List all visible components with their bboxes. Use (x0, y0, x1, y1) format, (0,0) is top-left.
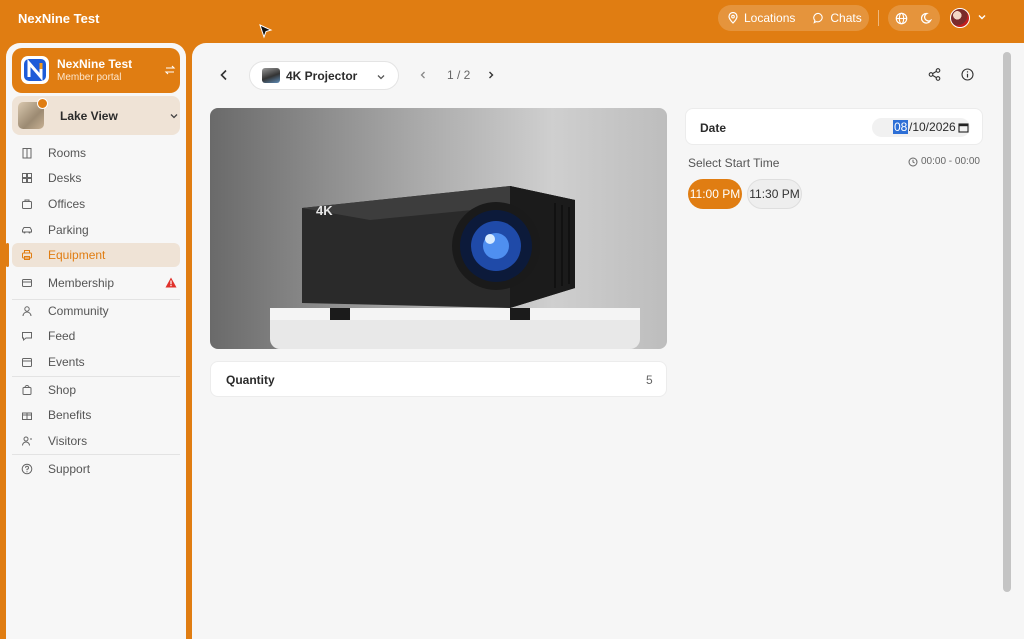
location-badge (37, 98, 48, 109)
chat-bubble-icon (813, 12, 824, 24)
hero-badge: 4K (316, 203, 333, 218)
sidebar-item-parking[interactable]: Parking (12, 218, 180, 242)
sidebar-divider (12, 376, 180, 377)
sidebar-item-label: Membership (48, 276, 115, 290)
topbar-icon-group (888, 5, 940, 31)
sidebar-item-label: Visitors (48, 434, 88, 448)
quantity-row[interactable]: Quantity 5 (210, 361, 667, 397)
chevron-down-icon (170, 114, 178, 119)
chevron-left-icon[interactable] (418, 70, 428, 80)
sidebar-item-label: Benefits (48, 408, 92, 422)
product-selector[interactable]: 4K Projector (249, 61, 399, 90)
date-row: Date 08 /10/2026 (685, 108, 983, 145)
sidebar-item-community[interactable]: Community (12, 299, 180, 323)
sidebar-item-benefits[interactable]: Benefits (12, 403, 180, 427)
gift-icon (22, 412, 32, 420)
main-content: 4K Projector 1 / 2 4K Quantity 5 Date 08… (192, 43, 1002, 639)
warning-icon (165, 277, 177, 288)
sidebar-item-desks[interactable]: Desks (12, 166, 180, 190)
visitor-icon (22, 436, 32, 446)
switch-arrows-icon[interactable] (164, 64, 176, 76)
printer-icon (22, 250, 32, 260)
start-time-label: Select Start Time (688, 156, 780, 170)
bag-icon (22, 385, 32, 395)
clock-icon (908, 157, 918, 166)
calendar-icon[interactable] (958, 122, 969, 133)
sidebar-item-label: Offices (48, 197, 86, 211)
mouse-cursor-icon (259, 24, 273, 39)
sidebar-item-label: Events (48, 355, 85, 369)
sidebar-item-label: Equipment (48, 248, 106, 262)
chevron-down-icon[interactable] (977, 12, 987, 22)
info-icon[interactable] (961, 68, 974, 81)
sidebar-item-rooms[interactable]: Rooms (12, 141, 180, 165)
time-slot-selected[interactable]: 11:00 PM (688, 179, 742, 209)
chats-button[interactable]: Chats (804, 5, 870, 31)
quantity-value: 5 (646, 373, 653, 387)
user-avatar[interactable] (950, 8, 970, 28)
location-selector[interactable]: Lake View (12, 96, 180, 135)
sidebar-item-events[interactable]: Events (12, 350, 180, 374)
sidebar-item-offices[interactable]: Offices (12, 192, 180, 216)
chat-icon (22, 332, 32, 342)
chats-label: Chats (830, 11, 862, 25)
pagination-indicator: 1 / 2 (447, 68, 471, 82)
sidebar-item-shop[interactable]: Shop (12, 378, 180, 402)
sidebar-item-feed[interactable]: Feed (12, 324, 180, 348)
location-name: Lake View (60, 109, 118, 123)
org-name: NexNine Test (57, 57, 133, 71)
back-arrow-icon[interactable] (216, 67, 232, 83)
sidebar-divider (12, 454, 180, 455)
app-brand[interactable]: NexNine Test (18, 11, 99, 26)
opening-hours: 00:00 - 00:00 (908, 156, 980, 167)
sidebar-item-label: Support (48, 462, 91, 476)
card-icon (22, 279, 32, 287)
locations-label: Locations (744, 11, 796, 25)
people-icon (22, 306, 32, 317)
date-month-segment[interactable]: 08 (893, 120, 909, 134)
globe-icon[interactable] (895, 12, 908, 25)
calendar-icon (22, 358, 32, 367)
sidebar-item-label: Community (48, 304, 109, 318)
office-icon (22, 199, 32, 209)
sidebar-item-label: Rooms (48, 146, 87, 160)
sidebar-item-label: Shop (48, 383, 77, 397)
product-thumbnail (262, 68, 280, 83)
product-name: 4K Projector (286, 69, 358, 83)
topbar-divider (878, 10, 879, 26)
date-label: Date (700, 121, 727, 135)
date-input[interactable]: 08 /10/2026 (872, 118, 970, 137)
map-pin-icon (728, 12, 738, 24)
sidebar-item-support[interactable]: Support (12, 457, 180, 481)
date-day-year[interactable]: /10/2026 (909, 120, 956, 134)
org-logo (21, 56, 49, 84)
sidebar-item-label: Parking (48, 223, 89, 237)
time-slot[interactable]: 11:30 PM (747, 179, 802, 209)
moon-icon[interactable] (920, 12, 934, 25)
car-icon (22, 227, 32, 234)
sidebar-item-visitors[interactable]: Visitors (12, 429, 180, 453)
org-subtitle: Member portal (57, 72, 122, 83)
chevron-right-icon[interactable] (486, 70, 496, 80)
page-scrollbar-thumb[interactable] (1003, 52, 1011, 592)
org-card[interactable]: NexNine Test Member portal (12, 48, 180, 93)
help-icon (21, 463, 33, 475)
sidebar: NexNine Test Member portal Lake View Roo… (6, 43, 186, 639)
top-bar: NexNine Test Locations Chats (0, 0, 1024, 43)
sidebar-item-membership[interactable]: Membership (12, 271, 180, 295)
opening-hours-text: 00:00 - 00:00 (921, 156, 980, 167)
sidebar-item-label: Feed (48, 329, 76, 343)
building-icon (22, 148, 32, 159)
sidebar-item-equipment[interactable]: Equipment (6, 243, 180, 267)
share-icon[interactable] (928, 68, 941, 81)
topbar-nav-group: Locations Chats (718, 5, 869, 31)
product-image: 4K (210, 108, 667, 349)
chevron-down-icon (377, 75, 385, 80)
sidebar-item-label: Desks (48, 171, 82, 185)
locations-button[interactable]: Locations (718, 5, 804, 31)
quantity-label: Quantity (226, 373, 275, 387)
grid-icon (22, 173, 32, 183)
